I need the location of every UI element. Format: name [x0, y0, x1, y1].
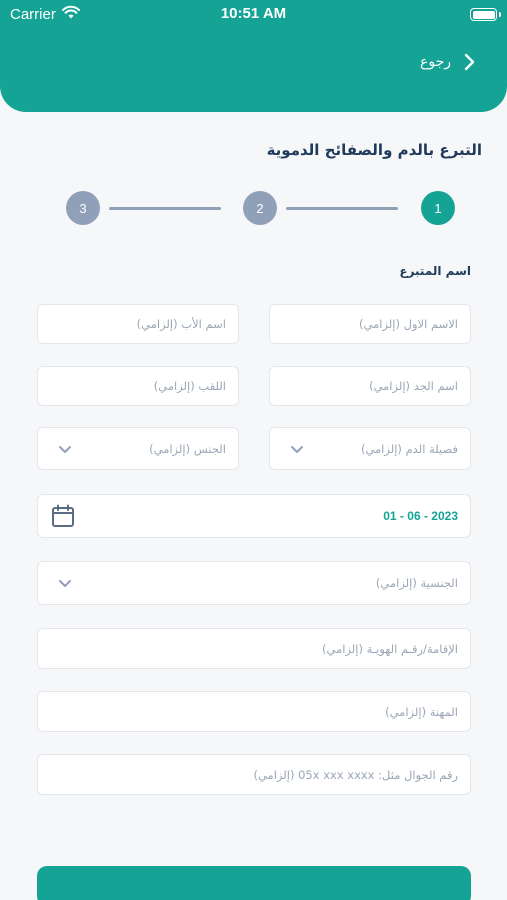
mobile-placeholder: رقم الجوال مثل: 05x xxx xxxx (إلزامي)	[253, 767, 458, 782]
chevron-down-icon	[59, 445, 71, 453]
back-label: رجوع	[419, 54, 451, 70]
step-2: 2	[243, 191, 277, 225]
chevron-right-icon	[464, 53, 475, 71]
page-title: التبرع بالدم والصفائح الدموية	[266, 141, 482, 159]
occupation-placeholder: المهنة (إلزامي)	[385, 704, 458, 719]
nationality-select[interactable]: الجنسية (إلزامي)	[37, 561, 471, 605]
gender-select[interactable]: الجنس (إلزامي)	[37, 427, 239, 470]
birth-date-value: 2023 - 06 - 01	[383, 509, 458, 523]
family-name-field[interactable]: اللقب (إلزامي)	[37, 366, 239, 406]
father-name-placeholder: اسم الأب (إلزامي)	[136, 317, 226, 331]
blood-type-select[interactable]: فصيلة الدم (إلزامي)	[269, 427, 471, 470]
family-name-placeholder: اللقب (إلزامي)	[153, 379, 226, 393]
grandfather-name-field[interactable]: اسم الجد (إلزامي)	[269, 366, 471, 406]
nationality-placeholder: الجنسية (إلزامي)	[375, 576, 458, 590]
blood-type-placeholder: فصيلة الدم (إلزامي)	[360, 441, 458, 456]
id-number-placeholder: الإقامة/رقـم الهويـة (إلزامي)	[322, 641, 458, 656]
step-1: 1	[421, 191, 455, 225]
next-button[interactable]	[37, 866, 471, 900]
step-3: 3	[66, 191, 100, 225]
step-connector	[286, 206, 398, 210]
progress-stepper: 3 2 1	[66, 191, 456, 225]
birth-date-field[interactable]: 2023 - 06 - 01	[37, 494, 471, 538]
grandfather-name-placeholder: اسم الجد (إلزامي)	[369, 379, 458, 393]
father-name-field[interactable]: اسم الأب (إلزامي)	[37, 304, 239, 344]
back-button[interactable]: رجوع	[420, 52, 479, 72]
gender-placeholder: الجنس (إلزامي)	[149, 441, 226, 456]
status-bar: Carrier 10:51 AM	[0, 0, 507, 30]
mobile-number-field[interactable]: رقم الجوال مثل: 05x xxx xxxx (إلزامي)	[37, 754, 471, 795]
first-name-placeholder: الاسم الاول (إلزامي)	[359, 317, 458, 331]
chevron-down-icon	[291, 445, 303, 453]
id-number-field[interactable]: الإقامة/رقـم الهويـة (إلزامي)	[37, 628, 471, 669]
status-time: 10:51 AM	[220, 5, 287, 22]
occupation-field[interactable]: المهنة (إلزامي)	[37, 691, 471, 732]
step-connector	[109, 206, 221, 210]
calendar-icon[interactable]	[50, 503, 76, 529]
donor-name-section-label: اسم المتبرع	[399, 264, 471, 278]
chevron-down-icon	[59, 580, 71, 587]
battery-icon	[470, 8, 501, 21]
first-name-field[interactable]: الاسم الاول (إلزامي)	[269, 304, 471, 344]
app-header: Carrier 10:51 AM رجوع	[0, 0, 507, 112]
